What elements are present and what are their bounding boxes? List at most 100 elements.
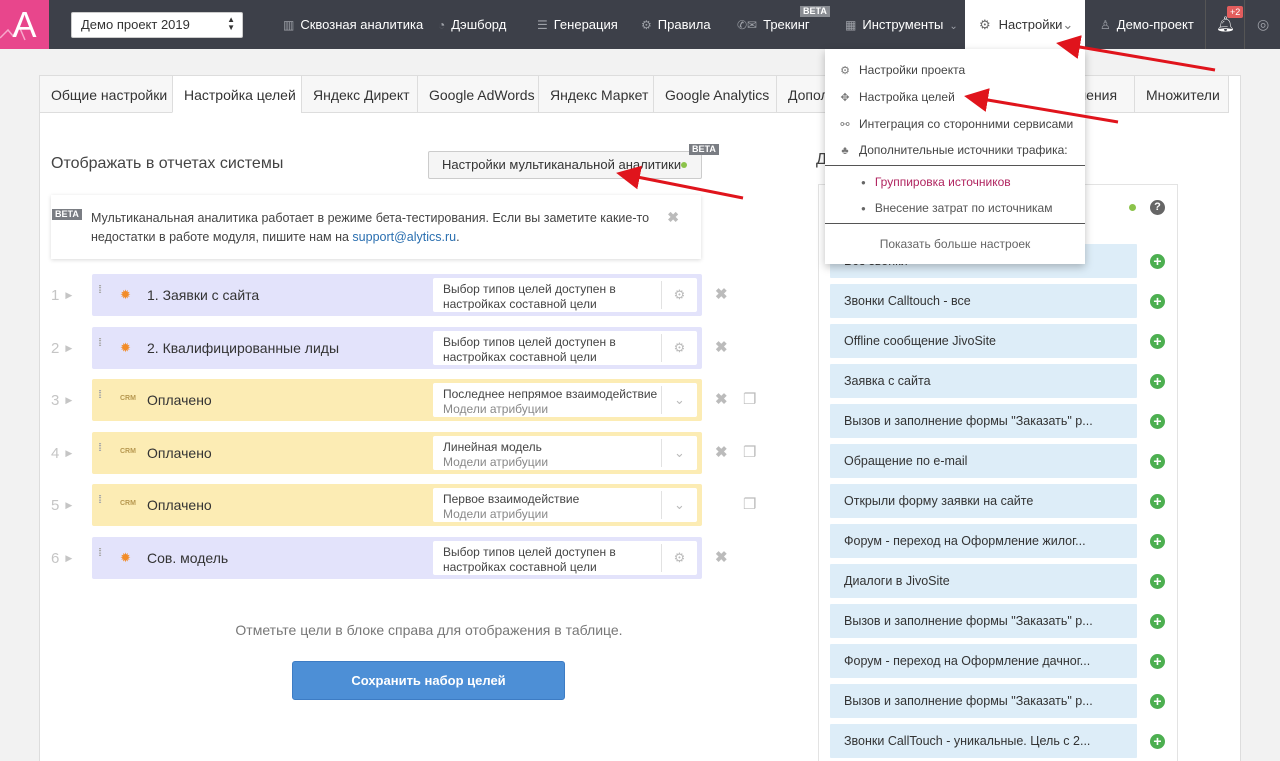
available-goal-item[interactable]: Диалоги в JivoSite [830,564,1137,598]
menu-subitem-label: Группировка источников [874,175,1011,189]
copy-icon[interactable]: ❐ [743,484,756,526]
nav-settings[interactable]: ⚙ Настройки⌄ [965,0,1085,49]
drag-handle-icon[interactable]: ⁞⁞ [98,443,108,454]
alytics-logo[interactable]: A [0,0,49,49]
show-more-settings-link[interactable]: Показать больше настроек [825,237,1085,251]
gear-icon[interactable]: ⚙ [661,544,697,572]
menu-item-integrations[interactable]: ⚯ Интеграция со сторонними сервисами [839,117,1073,131]
nav-demo-project-user[interactable]: ♙ Демо-проект [1100,0,1194,49]
nav-dashboard[interactable]: ◔ Дэшборд [438,0,506,49]
drag-handle-icon[interactable]: ⁞⁞ [98,495,108,506]
goal-number[interactable]: 1 ▶ [51,274,81,317]
target-icon: ✥ [840,92,850,104]
chevron-down-icon[interactable]: ⌄ [661,386,697,414]
add-goal-plus-icon[interactable]: + [1150,454,1165,469]
add-goal-plus-icon[interactable]: + [1150,334,1165,349]
available-goal-item[interactable]: Открыли форму заявки на сайте [830,484,1137,518]
nav-label: Демо-проект [1116,17,1194,32]
gear-icon[interactable]: ⚙ [661,281,697,309]
goal-number[interactable]: 6 ▶ [51,537,81,580]
close-icon[interactable]: ✖ [667,209,679,226]
available-goal-item[interactable]: Вызов и заполнение формы "Заказать" р... [830,684,1137,718]
tab-google-adwords[interactable]: Google AdWords [417,75,539,113]
available-goal-item[interactable]: Звонки CallTouch - уникальные. Цель с 2.… [830,724,1137,758]
add-goal-plus-icon[interactable]: + [1150,614,1165,629]
crm-icon: CRM [120,395,136,402]
nav-rules[interactable]: ⚙ Правила [641,0,711,49]
attribution-model-select[interactable]: Последнее непрямое взаимодействие Модели… [433,383,697,417]
remove-goal-icon[interactable]: ✖ [715,537,728,579]
support-email-link[interactable]: support@alytics.ru [352,230,456,244]
copy-icon[interactable]: ❐ [743,379,756,421]
attribution-model-select[interactable]: Линейная модель Модели атрибуции ⌄ [433,436,697,470]
project-select[interactable]: Демо проект 2019 ▲ ▼ [71,12,243,38]
menu-subitem-cost-input[interactable]: ● Внесение затрат по источникам [861,201,1052,215]
add-goal-plus-icon[interactable]: + [1150,414,1165,429]
add-goal-plus-icon[interactable]: + [1150,294,1165,309]
multichannel-settings-button[interactable]: Настройки мультиканальной аналитики [428,151,702,179]
add-goal-plus-icon[interactable]: + [1150,734,1165,749]
remove-goal-icon[interactable]: ✖ [715,327,728,369]
remove-goal-icon[interactable]: ✖ [715,274,728,316]
available-goal-item[interactable]: Обращение по e-mail [830,444,1137,478]
nav-generation[interactable]: ☰ Генерация [537,0,618,49]
add-goal-plus-icon[interactable]: + [1150,574,1165,589]
available-goal-item[interactable]: Заявка с сайта [830,364,1137,398]
notice-tail: . [456,230,460,244]
help-icon[interactable]: ? [1150,200,1165,215]
nav-end-to-end-analytics[interactable]: ▥ Сквозная аналитика [283,0,423,49]
goal-select-line1: Выбор типов целей доступен в [443,282,616,296]
add-goal-plus-icon[interactable]: + [1150,374,1165,389]
menu-item-goal-settings[interactable]: ✥ Настройка целей [839,90,955,104]
add-goal-plus-icon[interactable]: + [1150,694,1165,709]
goal-card: ⁞⁞ ✹ Сов. модель Выбор типов целей досту… [92,537,702,579]
goal-number[interactable]: 5 ▶ [51,484,81,527]
add-goal-plus-icon[interactable]: + [1150,494,1165,509]
drag-handle-icon[interactable]: ⁞⁞ [98,338,108,349]
copy-icon[interactable]: ❐ [743,432,756,474]
menu-item-label: Настройка целей [859,90,955,104]
chevron-down-icon[interactable]: ⌄ [661,491,697,519]
remove-goal-icon[interactable]: ✖ [715,432,728,474]
drag-handle-icon[interactable]: ⁞⁞ [98,285,108,296]
menu-item-project-settings[interactable]: ⚙ Настройки проекта [839,63,965,77]
handshake-icon: ⚯ [840,119,850,131]
tab-google-analytics[interactable]: Google Analytics [653,75,777,113]
menu-item-traffic-sources[interactable]: ♣ Дополнительные источники трафика: [839,143,1067,157]
goal-card: ⁞⁞ CRM Оплачено Первое взаимодействие Мо… [92,484,702,526]
menu-subitem-source-grouping[interactable]: ● Группировка источников [861,175,1011,189]
account-icon[interactable]: ◎ [1257,0,1269,49]
save-goal-set-button[interactable]: Сохранить набор целей [292,661,565,700]
add-goal-plus-icon[interactable]: + [1150,254,1165,269]
add-goal-plus-icon[interactable]: + [1150,534,1165,549]
goal-number[interactable]: 2 ▶ [51,327,81,370]
goal-number[interactable]: 3 ▶ [51,379,81,422]
available-goal-item[interactable]: Форум - переход на Оформление жилог... [830,524,1137,558]
goal-name: Оплачено [147,497,212,513]
available-goal-item[interactable]: Вызов и заполнение формы "Заказать" р... [830,604,1137,638]
tab-yandex-direct[interactable]: Яндекс Директ [301,75,418,113]
crm-icon: CRM [120,448,136,455]
tab-general-settings[interactable]: Общие настройки [39,75,173,113]
available-goal-item[interactable]: Звонки Calltouch - все [830,284,1137,318]
menu-item-label: Настройки проекта [859,63,966,77]
add-goal-plus-icon[interactable]: + [1150,654,1165,669]
chevron-down-icon[interactable]: ⌄ [661,439,697,467]
nav-tools[interactable]: ▦ Инструменты ⌄ [845,0,958,49]
remove-goal-icon[interactable]: ✖ [715,379,728,421]
beta-badge: BETA [689,144,719,155]
gear-icon[interactable]: ⚙ [661,334,697,362]
goal-number[interactable]: 4 ▶ [51,432,81,475]
crm-icon: CRM [120,500,136,507]
attribution-model-select[interactable]: Первое взаимодействие Модели атрибуции ⌄ [433,488,697,522]
available-goal-item[interactable]: Вызов и заполнение формы "Заказать" р... [830,404,1137,438]
tab-goal-settings[interactable]: Настройка целей [172,75,302,113]
available-goal-item[interactable]: Offline сообщение JivoSite [830,324,1137,358]
drag-handle-icon[interactable]: ⁞⁞ [98,390,108,401]
caret-right-icon: ▶ [65,290,73,300]
tab-yandex-market[interactable]: Яндекс Маркет [538,75,654,113]
available-goal-item[interactable]: Форум - переход на Оформление дачног... [830,644,1137,678]
nav-tracking[interactable]: ✆✉ Трекинг [737,0,810,49]
drag-handle-icon[interactable]: ⁞⁞ [98,548,108,559]
tab-multipliers[interactable]: Множители [1134,75,1229,113]
